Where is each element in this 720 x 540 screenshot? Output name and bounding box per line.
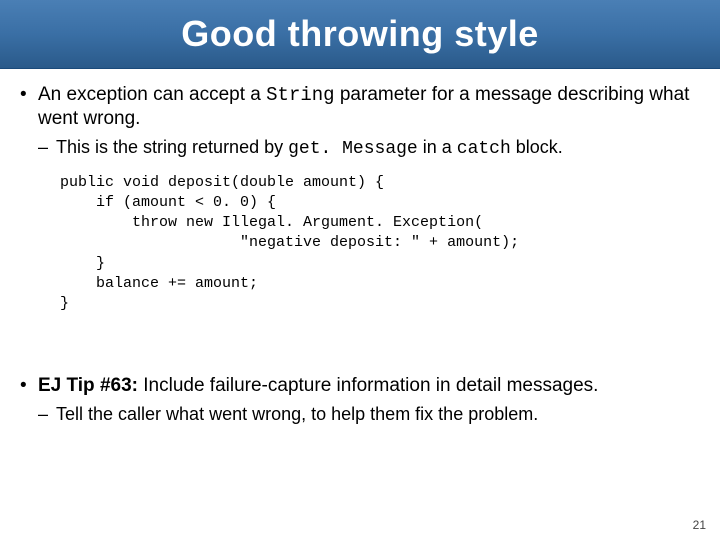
- slide-title: Good throwing style: [181, 13, 539, 55]
- code-block: public void deposit(double amount) { if …: [60, 173, 700, 315]
- slide: Good throwing style An exception can acc…: [0, 0, 720, 540]
- bullet-list: An exception can accept a String paramet…: [20, 83, 700, 426]
- spacer: [20, 322, 700, 374]
- title-bar: Good throwing style: [0, 0, 720, 69]
- bullet-2-text: EJ Tip #63: Include failure-capture info…: [38, 375, 598, 396]
- bullet-1-sub: This is the string returned by get. Mess…: [38, 136, 700, 161]
- bullet-2-sub-1: Tell the caller what went wrong, to help…: [38, 403, 700, 426]
- bullet-1-sub-1: This is the string returned by get. Mess…: [38, 136, 700, 161]
- bullet-1: An exception can accept a String paramet…: [20, 83, 700, 314]
- bullet-2: EJ Tip #63: Include failure-capture info…: [20, 374, 700, 425]
- page-number: 21: [693, 518, 706, 532]
- slide-content: An exception can accept a String paramet…: [0, 69, 720, 426]
- bullet-2-sub: Tell the caller what went wrong, to help…: [38, 403, 700, 426]
- bullet-1-text: An exception can accept a String paramet…: [38, 84, 689, 129]
